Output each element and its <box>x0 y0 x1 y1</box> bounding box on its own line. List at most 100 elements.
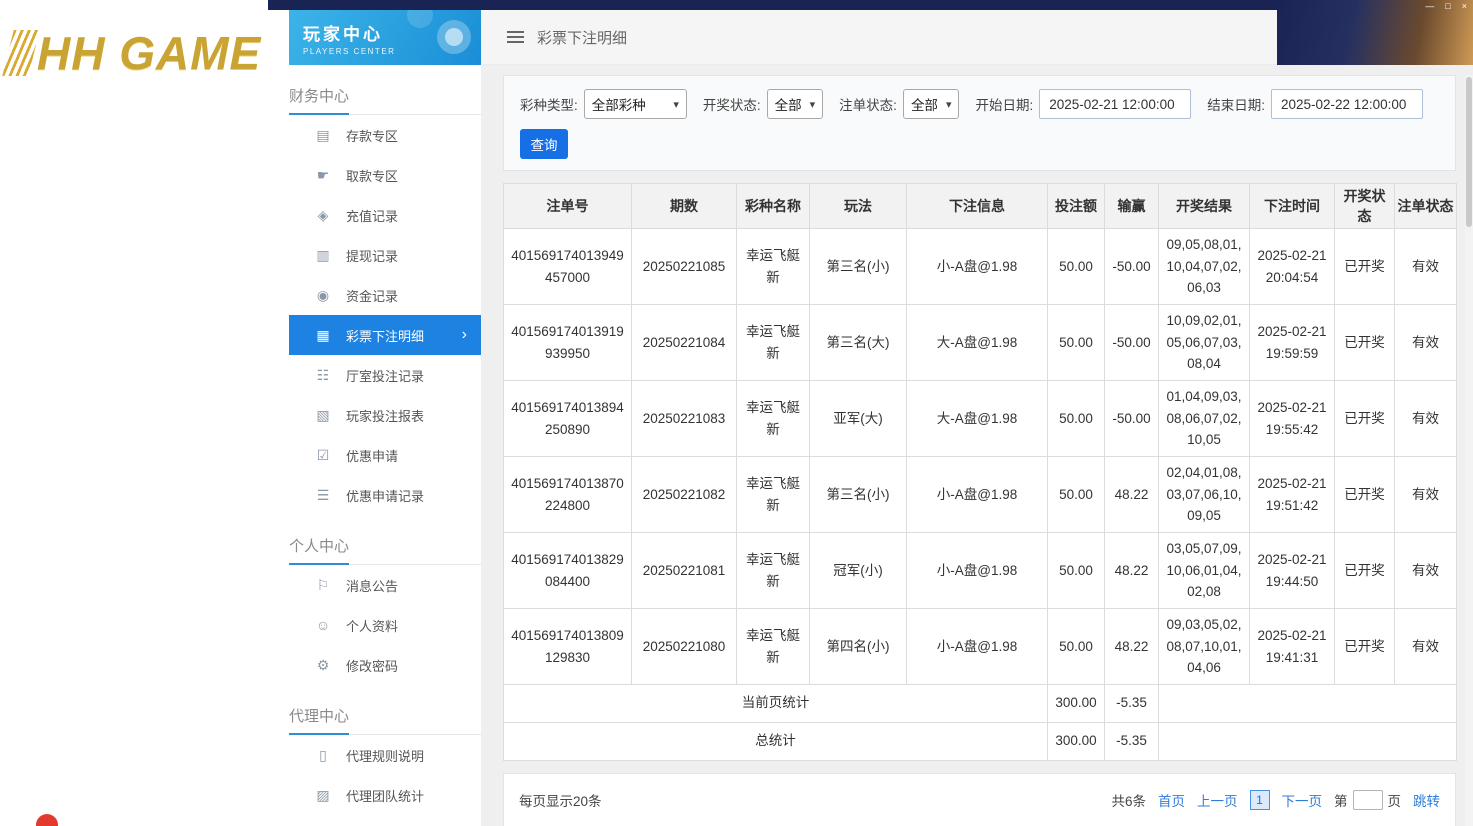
sidebar-section-title: 财务中心 <box>289 85 481 115</box>
column-header: 开奖状态 <box>1334 183 1395 229</box>
lottery-bet-detail-icon: ▦ <box>316 326 330 343</box>
sidebar-item-withdraw-records[interactable]: ▥ 提现记录 <box>289 235 481 275</box>
cell-win-loss: 48.22 <box>1104 456 1159 533</box>
sidebar-item-agent-team-stats[interactable]: ▨ 代理团队统计 <box>289 775 481 815</box>
filter-panel: 彩种类型: 全部彩种 ▾ 开奖状态: 全部 ▾ 注单状态: 全部 ▾ 开始日期:… <box>503 75 1456 171</box>
cell-result: 10,09,02,01,05,06,07,03,08,04 <box>1158 304 1250 381</box>
withdraw-hand-icon: ☛ <box>316 166 330 183</box>
cell-amount: 50.00 <box>1047 608 1105 685</box>
sidebar-item-promo-apply-records[interactable]: ☰ 优惠申请记录 <box>289 475 481 515</box>
cell-bet-info: 小-A盘@1.98 <box>906 456 1048 533</box>
cell-lottery: 幸运飞艇新 <box>736 228 810 305</box>
table-row: 401569174013870224800 20250221082 幸运飞艇新 第三名… <box>503 456 1457 533</box>
table-row: 401569174013894250890 20250221083 幸运飞艇新 亚军(… <box>503 380 1457 457</box>
first-page-link[interactable]: 首页 <box>1158 790 1185 810</box>
minimize-icon[interactable]: — <box>1425 1 1434 11</box>
scrollbar-thumb[interactable] <box>1466 77 1472 227</box>
start-date-label: 开始日期: <box>975 98 1034 113</box>
sidebar-item-deposit-zone[interactable]: ▤ 存款专区 <box>289 115 481 155</box>
cell-win-loss: 48.22 <box>1104 608 1159 685</box>
cell-bet-status: 有效 <box>1394 532 1457 609</box>
table-body: 401569174013949457000 20250221085 幸运飞艇新 第三名… <box>503 228 1457 685</box>
cell-amount: 50.00 <box>1047 228 1105 305</box>
bet-status-label: 注单状态: <box>839 98 897 113</box>
sidebar-item-change-password[interactable]: ⚙ 修改密码 <box>289 645 481 685</box>
jump-link[interactable]: 跳转 <box>1413 790 1440 810</box>
vertical-scrollbar[interactable] <box>1465 75 1473 826</box>
column-header: 彩种名称 <box>736 183 810 229</box>
cell-draw-status: 已开奖 <box>1334 304 1395 381</box>
sidebar-item-promo-apply[interactable]: ☑ 优惠申请 <box>289 435 481 475</box>
cell-bet-time: 2025-02-21 19:44:50 <box>1249 532 1335 609</box>
summary-amount: 300.00 <box>1047 684 1105 723</box>
funds-record-icon: ◉ <box>316 286 330 303</box>
start-date-input[interactable] <box>1039 89 1192 119</box>
next-page-link[interactable]: 下一页 <box>1282 790 1323 810</box>
query-button[interactable]: 查询 <box>520 129 568 159</box>
cell-period: 20250221082 <box>631 456 737 533</box>
maximize-icon[interactable]: □ <box>1445 1 1450 11</box>
cell-result: 09,03,05,02,08,07,10,01,04,06 <box>1158 608 1250 685</box>
draw-status-select[interactable]: 全部 ▾ <box>766 89 824 119</box>
page-size-text: 每页显示20条 <box>519 794 602 809</box>
lottery-type-select[interactable]: 全部彩种 ▾ <box>583 89 687 119</box>
sidebar-item-recharge-records[interactable]: ◈ 充值记录 <box>289 195 481 235</box>
cell-lottery: 幸运飞艇新 <box>736 380 810 457</box>
page-jump-input[interactable] <box>1352 790 1383 810</box>
cell-play: 冠军(小) <box>809 532 907 609</box>
end-date-label: 结束日期: <box>1207 98 1265 113</box>
cell-bet-no: 401569174013919939950 <box>503 304 632 381</box>
sidebar-item-announcements[interactable]: ⚐ 消息公告 <box>289 565 481 605</box>
cell-bet-time: 2025-02-21 19:55:42 <box>1249 380 1335 457</box>
prev-page-link[interactable]: 上一页 <box>1197 790 1238 810</box>
cell-draw-status: 已开奖 <box>1334 456 1395 533</box>
cell-lottery: 幸运飞艇新 <box>736 532 810 609</box>
cell-draw-status: 已开奖 <box>1334 380 1395 457</box>
sidebar-item-label: 存款专区 <box>346 128 399 144</box>
sidebar-item-agent-rules[interactable]: ▯ 代理规则说明 <box>289 735 481 775</box>
sidebar-item-label: 厅室投注记录 <box>346 368 425 384</box>
cell-lottery: 幸运飞艇新 <box>736 456 810 533</box>
sidebar-item-label: 彩票下注明细 <box>346 328 425 344</box>
close-icon[interactable]: × <box>1462 1 1467 11</box>
bet-status-select[interactable]: 全部 ▾ <box>902 89 960 119</box>
cell-win-loss: -50.00 <box>1104 304 1159 381</box>
cell-result: 09,05,08,01,10,04,07,02,06,03 <box>1158 228 1250 305</box>
floating-badge[interactable] <box>36 814 58 826</box>
sidebar-menu: 财务中心 ▤ 存款专区 ☛ 取款专区 ◈ 充值记录 ▥ 提现记录 ◉ 资金记录 ▦ 彩票下注明细 › ☷ 厅室… <box>289 85 481 815</box>
table-summary: 当前页统计 300.00 -5.35 总统计 300.00 -5.35 <box>503 684 1457 761</box>
cell-bet-no: 401569174013809129830 <box>503 608 632 685</box>
table-row: 401569174013829084400 20250221081 幸运飞艇新 冠军(… <box>503 532 1457 609</box>
column-header: 开奖结果 <box>1158 183 1250 229</box>
column-header: 玩法 <box>809 183 907 229</box>
cell-amount: 50.00 <box>1047 456 1105 533</box>
sidebar-item-lottery-bet-details[interactable]: ▦ 彩票下注明细 › <box>289 315 481 355</box>
cell-bet-time: 2025-02-21 20:04:54 <box>1249 228 1335 305</box>
end-date-input[interactable] <box>1271 89 1423 119</box>
cell-period: 20250221085 <box>631 228 737 305</box>
current-page-button[interactable]: 1 <box>1249 790 1270 810</box>
sidebar-item-hall-bet-records[interactable]: ☷ 厅室投注记录 <box>289 355 481 395</box>
password-gear-icon: ⚙ <box>316 656 330 673</box>
cell-period: 20250221081 <box>631 532 737 609</box>
sidebar-item-profile[interactable]: ☺ 个人资料 <box>289 605 481 645</box>
sidebar: 玩家中心 PLAYERS CENTER 财务中心 ▤ 存款专区 ☛ 取款专区 ◈ 充值记录 ▥… <box>268 10 481 826</box>
chevron-right-icon: › <box>461 326 467 343</box>
sidebar-section-title: 个人中心 <box>289 535 481 565</box>
profile-user-icon: ☺ <box>315 617 331 633</box>
cell-period: 20250221083 <box>631 380 737 457</box>
agent-rules-doc-icon: ▯ <box>319 746 327 763</box>
cell-result: 02,04,01,08,03,07,06,10,09,05 <box>1158 456 1250 533</box>
bets-table: 注单号 期数 彩种名称 玩法 下注信息 投注额 输赢 开奖结果 下注时间 开奖状态 注单状态 401… <box>503 183 1457 761</box>
table-row: 401569174013949457000 20250221085 幸运飞艇新 第三名… <box>503 228 1457 305</box>
cell-period: 20250221084 <box>631 304 737 381</box>
cell-draw-status: 已开奖 <box>1334 228 1395 305</box>
brand-stripes-icon <box>2 30 40 76</box>
menu-toggle-icon[interactable] <box>507 31 524 43</box>
sidebar-item-label: 玩家投注报表 <box>346 408 425 424</box>
sidebar-item-player-bet-report[interactable]: ▧ 玩家投注报表 <box>289 395 481 435</box>
cell-bet-status: 有效 <box>1394 608 1457 685</box>
sidebar-item-withdraw-zone[interactable]: ☛ 取款专区 <box>289 155 481 195</box>
cell-bet-status: 有效 <box>1394 304 1457 381</box>
sidebar-item-funds-records[interactable]: ◉ 资金记录 <box>289 275 481 315</box>
